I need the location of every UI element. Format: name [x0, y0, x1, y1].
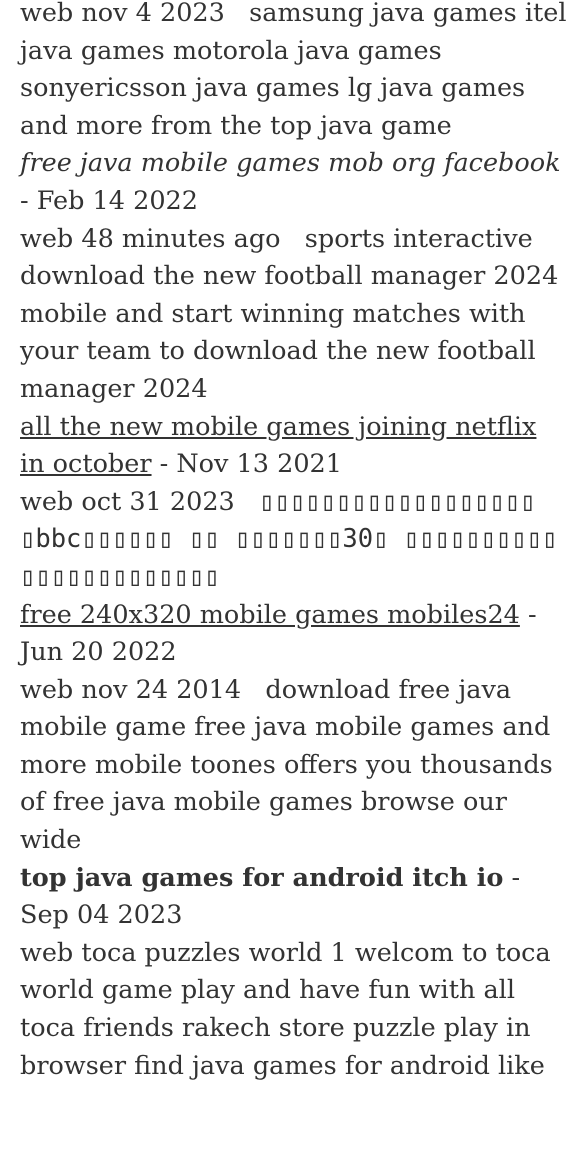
result-heading-4: free 240x320 mobile games mobiles24 - Ju…	[20, 597, 569, 672]
result-date-3: - Nov 13 2021	[151, 449, 342, 480]
snippet-5: web toca puzzles world 1 welcom to toca …	[20, 937, 551, 1081]
result-title-2: free java mobile games mob org facebook	[20, 148, 561, 179]
snippet-2: web 48 minutes ago sports interactive do…	[20, 223, 559, 404]
result-date-2: - Feb 14 2022	[20, 185, 198, 216]
result-heading-5: top java games for android itch io - Sep…	[20, 860, 569, 935]
result-heading-2: free java mobile games mob org facebook …	[20, 145, 569, 220]
snippet-3-prefix: web oct 31 2023	[20, 486, 260, 517]
snippet-1: web nov 4 2023 samsung java games itel j…	[20, 0, 567, 141]
snippet-3: web oct 31 2023 ▯▯▯▯▯▯▯▯▯▯▯▯▯▯▯▯▯▯ ▯bbc▯…	[20, 484, 569, 597]
document-page: web nov 4 2023 samsung java games itel j…	[0, 0, 577, 1154]
snippet-4: web nov 24 2014 download free java mobil…	[20, 674, 553, 856]
result-heading-3: all the new mobile games joining netflix…	[20, 409, 569, 484]
result-title-5: top java games for android itch io	[20, 862, 504, 893]
result-link-4[interactable]: free 240x320 mobile games mobiles24	[20, 600, 520, 630]
